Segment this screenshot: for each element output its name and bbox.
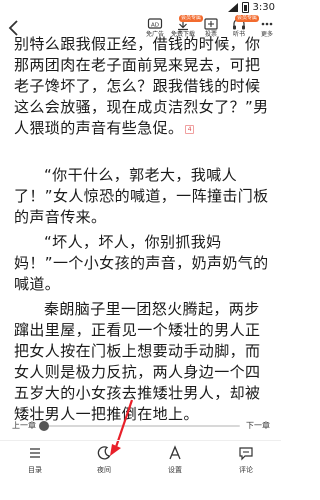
paragraph: “你干什么，郭老大，我喊人了！”女人惊恐的喊道，一阵撞击门板的声音传来。 — [14, 166, 269, 226]
settings-label: 设置 — [168, 466, 182, 474]
paragraph: “坏人，坏人，你别抓我妈妈！”一个小女孩的声音，奶声奶气的喊道。 — [14, 233, 269, 293]
catalog-tab[interactable]: 目录 — [15, 445, 55, 475]
paragraph-comment-badge[interactable]: 4 — [185, 125, 195, 134]
svg-text:AD: AD — [151, 22, 159, 28]
comment-tab[interactable]: 评论 — [226, 445, 266, 475]
progress-slider[interactable] — [39, 421, 240, 431]
status-right: 3:30 — [227, 2, 275, 13]
ad-free-icon: AD — [147, 18, 163, 29]
next-chapter-button[interactable]: 下一章 — [246, 419, 270, 433]
paragraph-text: 别特么跟我假正经，借钱的时候，你那两团肉在老子面前晃来晃去，可把老子馋坏了，怎么… — [14, 36, 269, 137]
paragraph: 别特么跟我假正经，借钱的时候，你那两团肉在老子面前晃来晃去，可把老子馋坏了，怎么… — [14, 36, 272, 139]
settings-tab[interactable]: 设置 — [155, 445, 195, 475]
status-time: 3:30 — [252, 2, 275, 13]
signal-icon — [227, 3, 238, 12]
reading-content[interactable]: 别特么跟我假正经，借钱的时候，你那两团肉在老子面前晃来晃去，可把老子馋坏了，怎么… — [0, 36, 281, 432]
night-mode-tab[interactable]: 夜间 — [84, 445, 124, 475]
catalog-label: 目录 — [28, 466, 42, 474]
paragraph: 秦朗脑子里一团怒火腾起，两步蹿出里屋，正看见一个矮壮的男人正把女人按在门板上想要… — [14, 300, 261, 423]
night-mode-label: 夜间 — [97, 466, 111, 474]
night-mode-icon — [97, 446, 111, 460]
bottom-nav: 目录 夜间 设置 评论 — [0, 440, 281, 500]
chapter-progress: 上一章 下一章 — [0, 419, 281, 433]
battery-icon — [241, 2, 249, 13]
catalog-icon — [30, 448, 40, 458]
font-settings-icon — [169, 445, 181, 460]
comment-label: 评论 — [239, 466, 253, 474]
vote-icon — [204, 18, 218, 30]
back-arrow-icon — [8, 20, 18, 36]
back-button[interactable] — [6, 18, 24, 38]
prev-chapter-button[interactable]: 上一章 — [12, 419, 36, 433]
more-icon — [261, 22, 273, 26]
comment-icon — [239, 447, 253, 461]
progress-knob[interactable] — [39, 421, 49, 431]
